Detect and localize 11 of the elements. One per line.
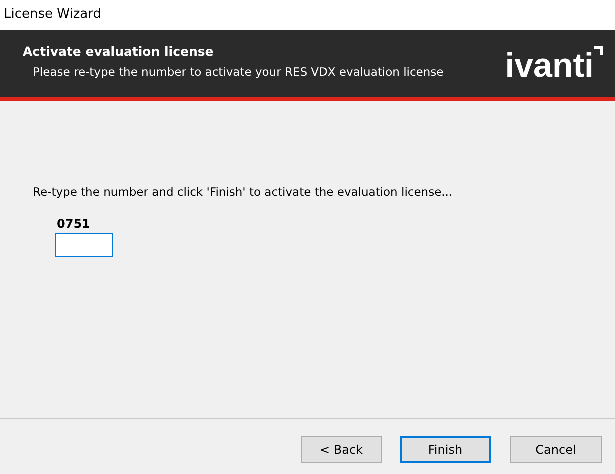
wizard-button[interactable]: Finish	[400, 436, 491, 463]
wizard-button[interactable]: Cancel	[510, 436, 602, 463]
instruction-text: Re-type the number and click 'Finish' to activate the evaluation license...	[33, 184, 454, 201]
window-title: License Wizard	[0, 0, 615, 30]
header-title: Activate evaluation license	[23, 43, 215, 61]
logo-mark-icon	[594, 46, 603, 55]
header-subtitle: Please re-type the number to activate your RES VDX evaluation license	[33, 64, 444, 81]
wizard-button[interactable]: < Back	[301, 436, 382, 463]
logo-text: ivanti	[505, 49, 594, 83]
code-label: 0751	[57, 216, 92, 234]
number-input-field[interactable]	[55, 233, 113, 258]
